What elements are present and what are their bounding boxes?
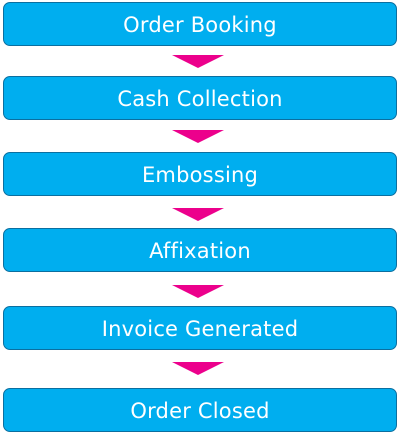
flow-arrow-down-icon xyxy=(172,55,224,68)
step-cash-collection: Cash Collection xyxy=(3,76,397,120)
step-embossing: Embossing xyxy=(3,152,397,196)
flow-arrow-down-icon xyxy=(172,362,224,375)
flow-arrow-down-icon xyxy=(172,208,224,221)
step-order-closed: Order Closed xyxy=(3,388,397,432)
flow-arrow-down-icon xyxy=(172,130,224,143)
step-affixation: Affixation xyxy=(3,228,397,272)
step-order-booking: Order Booking xyxy=(3,2,397,46)
process-flow-diagram: Order Booking Cash Collection Embossing … xyxy=(0,0,400,436)
step-invoice-generated: Invoice Generated xyxy=(3,306,397,350)
flow-arrow-down-icon xyxy=(172,285,224,298)
